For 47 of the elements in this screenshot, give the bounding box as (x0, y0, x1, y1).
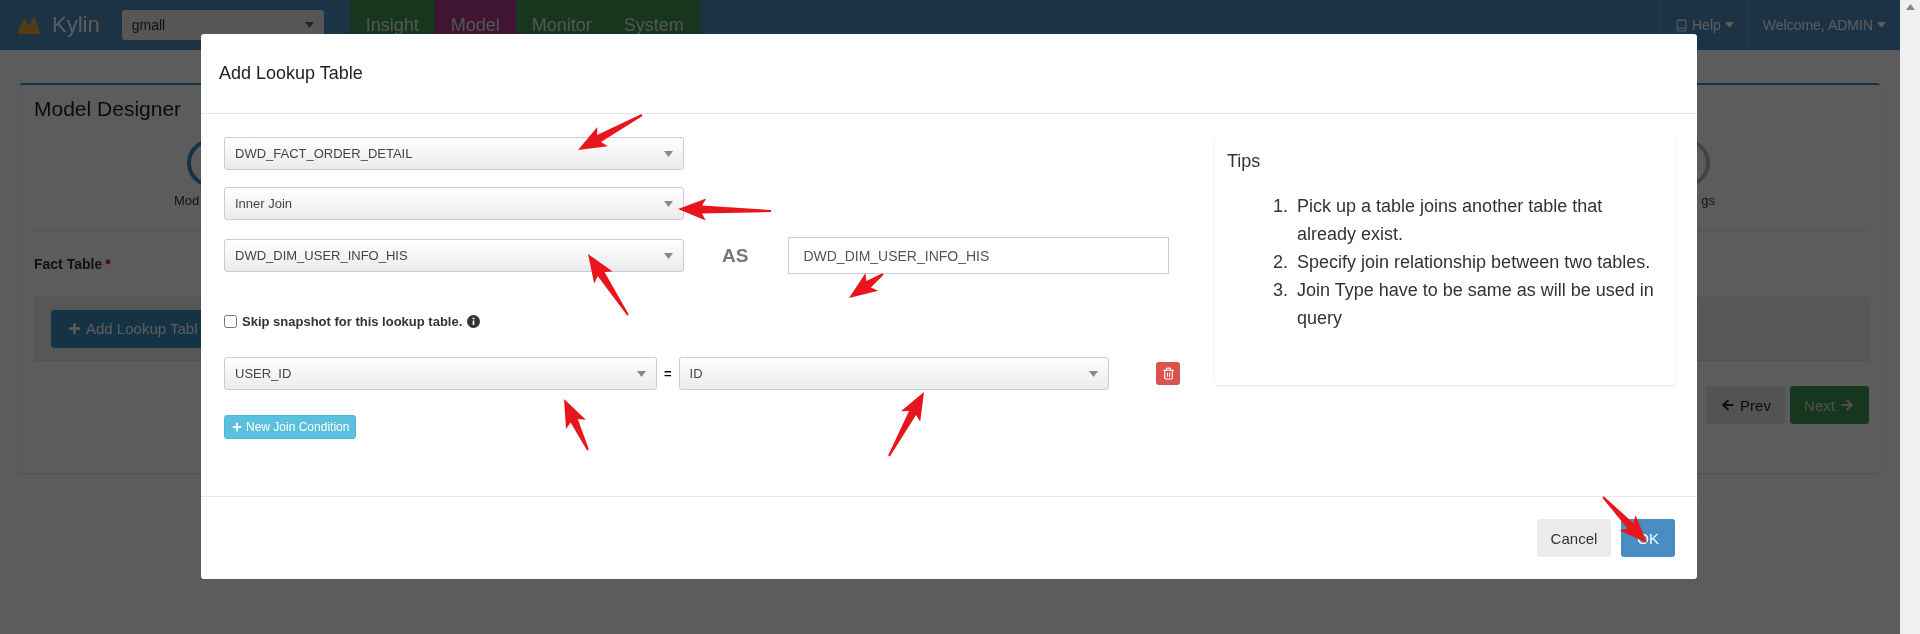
plus-icon (67, 321, 82, 336)
annotation-arrow (849, 272, 884, 298)
new-join-condition-button[interactable]: New Join Condition (224, 415, 357, 439)
tip-number: 1. (1273, 195, 1289, 218)
join-type-select[interactable]: Inner Join (224, 187, 684, 220)
join-column-select[interactable]: ID (678, 357, 1109, 390)
page-title: Model Designer (34, 96, 183, 122)
plus-icon (231, 421, 243, 433)
book-icon (1675, 18, 1688, 32)
tip-item: Pick up a table joins another table that already exist. (1297, 195, 1604, 246)
required-mark: * (105, 256, 111, 272)
caret-icon (664, 200, 673, 207)
caret-icon (664, 150, 673, 157)
annotation-arrow (588, 254, 629, 316)
tip-number: 2. (1273, 251, 1289, 274)
trash-icon (1161, 367, 1175, 380)
alias-field[interactable]: DWD_DIM_USER_INFO_HIS (788, 237, 1170, 274)
caret-icon (637, 370, 646, 377)
delete-condition-button[interactable] (1156, 362, 1180, 385)
caret-icon (1088, 370, 1098, 377)
fact-table-select[interactable]: DWD_FACT_ORDER_DETAIL (224, 137, 684, 170)
tip-item: Specify join relationship between two tables. (1297, 251, 1652, 274)
caret-icon (664, 252, 673, 259)
brand-name: Kylin (52, 12, 100, 38)
info-icon (467, 315, 481, 328)
annotation-arrow (578, 114, 643, 150)
lookup-table-select[interactable]: DWD_DIM_USER_INFO_HIS (224, 239, 684, 272)
scroll-up-icon[interactable] (1905, 4, 1915, 10)
tip-item: Join Type have to be same as will be used in query (1297, 279, 1655, 330)
skip-snapshot-label: Skip snapshot for this lookup table. (242, 314, 463, 329)
tip-number: 3. (1273, 279, 1289, 302)
join-column-select[interactable]: USER_ID (224, 357, 657, 390)
skip-snapshot-checkbox[interactable] (224, 315, 237, 328)
tips-title: Tips (1227, 151, 1262, 172)
caret-icon (304, 22, 314, 28)
step-label: Mod (174, 193, 200, 208)
caret-icon (1724, 22, 1734, 28)
annotation-arrow (564, 399, 589, 451)
equals-sign: = (664, 366, 672, 381)
annotation-arrow (888, 392, 924, 457)
step-label: gs (1701, 193, 1715, 208)
dialog-title: Add Lookup Table (219, 63, 363, 84)
cancel-button[interactable]: Cancel (1536, 519, 1612, 557)
as-label: AS (722, 244, 749, 267)
caret-icon (1877, 22, 1886, 28)
prev-button[interactable]: Prev (1706, 386, 1785, 424)
fact-table-label: Fact Table (34, 256, 103, 272)
